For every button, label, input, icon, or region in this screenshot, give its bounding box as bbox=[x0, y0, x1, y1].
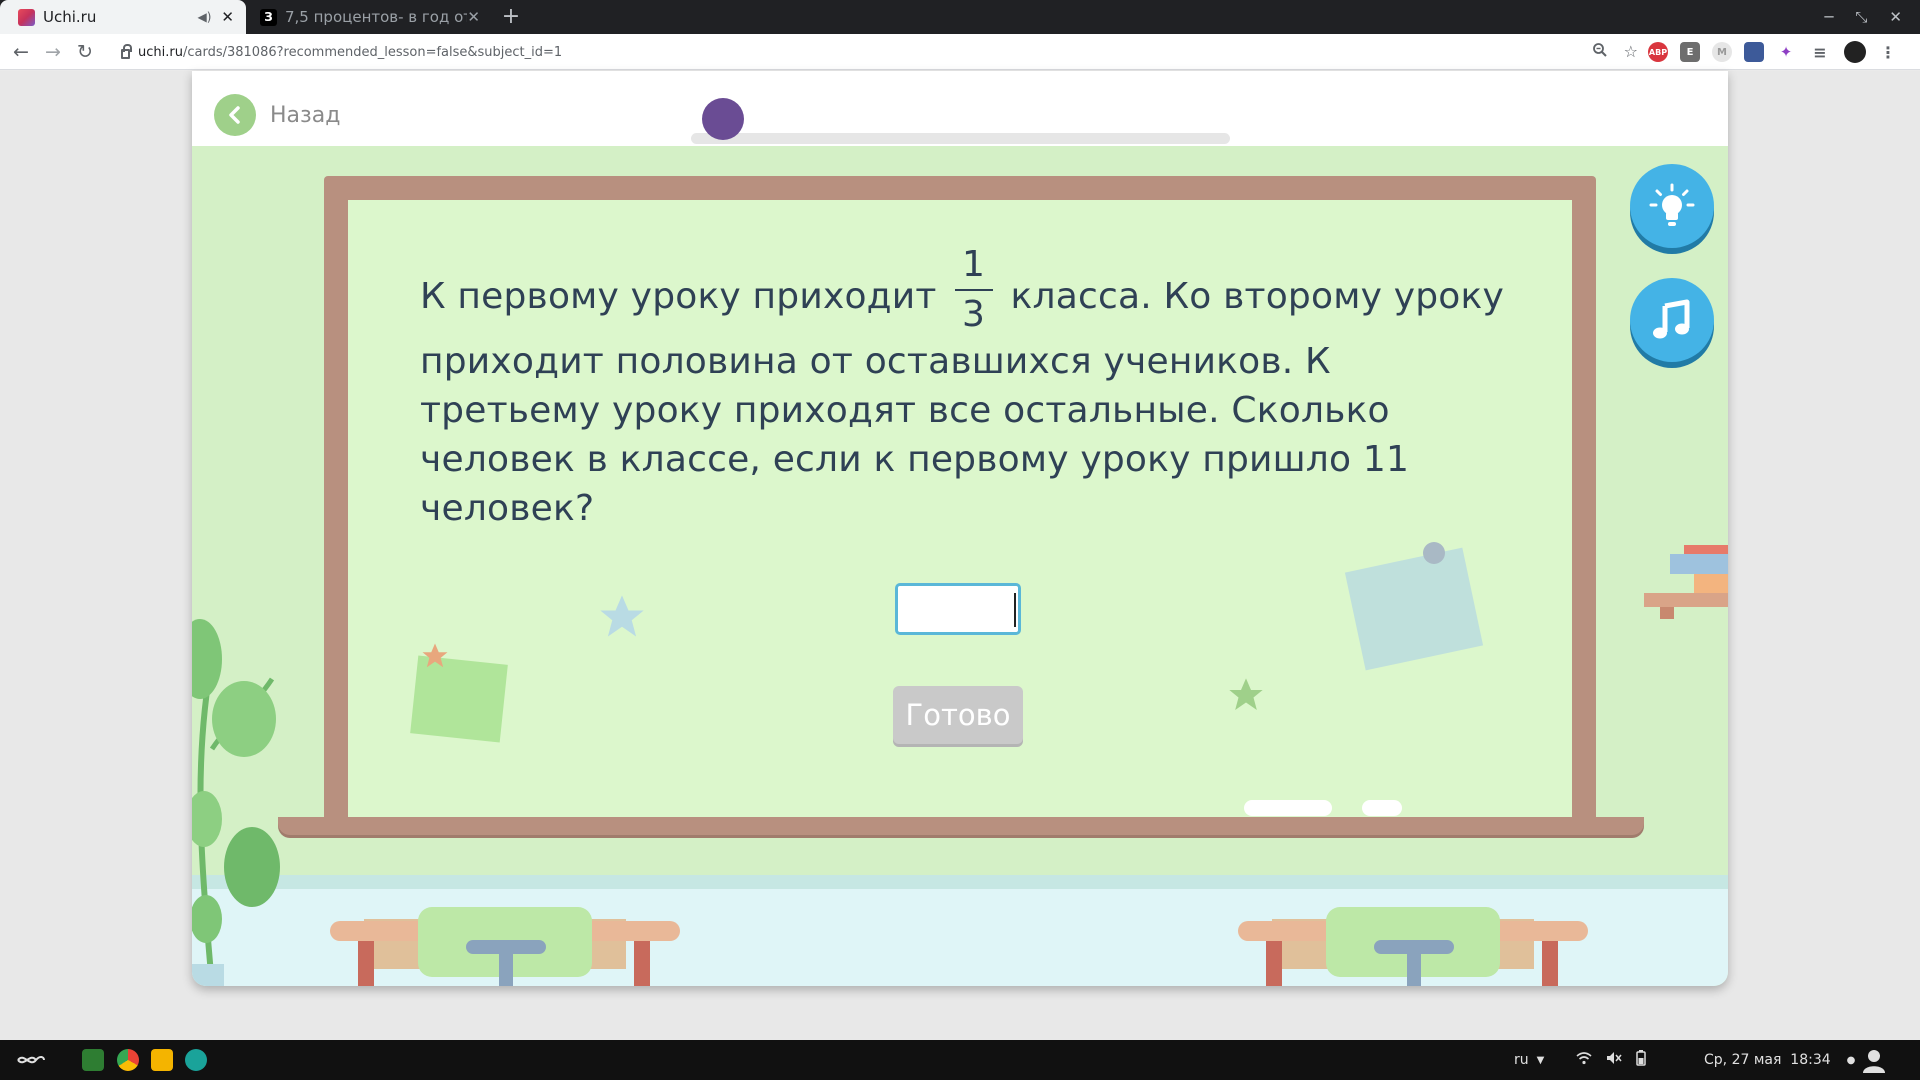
desk-leg bbox=[634, 941, 650, 986]
extension-e-icon[interactable]: E bbox=[1680, 42, 1700, 62]
text-caret bbox=[1014, 593, 1016, 627]
restore-button[interactable]: ⤡ bbox=[1855, 8, 1867, 26]
star-icon bbox=[600, 595, 644, 637]
extension-m-icon[interactable]: M bbox=[1712, 42, 1732, 62]
desk-leg bbox=[1266, 941, 1282, 986]
chrome-icon[interactable] bbox=[117, 1049, 139, 1071]
window-controls: ─ ⤡ ✕ bbox=[1824, 0, 1920, 34]
task-header: Назад bbox=[192, 71, 1728, 146]
zoom-icon[interactable] bbox=[1592, 42, 1608, 62]
pin-icon bbox=[1423, 542, 1445, 564]
hint-button[interactable] bbox=[1630, 164, 1714, 248]
lock-icon bbox=[121, 44, 132, 59]
close-icon[interactable]: ✕ bbox=[467, 8, 480, 26]
book bbox=[1670, 554, 1728, 574]
tab-second[interactable]: З 7,5 процентов- в год от ✕ bbox=[252, 0, 492, 34]
answer-input[interactable] bbox=[895, 583, 1021, 635]
progress-track bbox=[691, 133, 1230, 144]
page-viewport: Назад К первому уроку приходит 1 3 класс… bbox=[0, 71, 1920, 1040]
forward-arrow-icon[interactable]: → bbox=[41, 40, 65, 64]
back-button[interactable]: Назад bbox=[214, 94, 340, 136]
extension-image-icon[interactable] bbox=[1744, 42, 1764, 62]
question-rest: приходит половина от оставшихся учеников… bbox=[420, 341, 1410, 529]
reload-icon[interactable]: ↻ bbox=[73, 40, 97, 64]
files-icon[interactable] bbox=[151, 1049, 173, 1071]
url-host: uchi.ru bbox=[138, 44, 183, 60]
fraction-numerator: 1 bbox=[961, 244, 986, 285]
question-part1: К первому уроку приходит bbox=[420, 275, 937, 317]
bookmark-star-icon[interactable]: ☆ bbox=[1624, 42, 1638, 62]
chevron-down-icon: ▼ bbox=[1536, 1054, 1545, 1066]
star-icon bbox=[422, 643, 448, 668]
close-icon[interactable]: ✕ bbox=[221, 8, 234, 26]
address-bar[interactable]: uchi.ru/cards/381086?recommended_lesson=… bbox=[108, 38, 1638, 66]
app-icon[interactable] bbox=[185, 1049, 207, 1071]
question-part2: класса. Ко второму уроку bbox=[1010, 275, 1504, 317]
system-tray bbox=[1576, 1040, 1646, 1080]
done-button[interactable]: Готово bbox=[893, 686, 1023, 744]
menu-dots-icon[interactable]: ⋮ bbox=[1878, 42, 1898, 62]
extension-wave-icon[interactable]: ✦ bbox=[1776, 42, 1796, 62]
minimize-button[interactable]: ─ bbox=[1824, 8, 1833, 26]
media-control-icon[interactable]: ≡ bbox=[1808, 42, 1832, 62]
battery-icon[interactable] bbox=[1636, 1050, 1646, 1070]
language-indicator[interactable]: ru ▼ bbox=[1514, 1040, 1544, 1080]
star-icon bbox=[1229, 678, 1263, 710]
music-button[interactable] bbox=[1630, 278, 1714, 362]
chalk bbox=[1362, 800, 1402, 816]
shelf bbox=[1644, 593, 1728, 607]
profile-avatar[interactable] bbox=[1844, 41, 1866, 63]
volume-muted-icon[interactable] bbox=[1606, 1051, 1622, 1069]
tab-uchi[interactable]: Uchi.ru ◀︎) ✕ bbox=[0, 0, 246, 34]
browser-tabbar: Uchi.ru ◀︎) ✕ З 7,5 процентов- в год от … bbox=[0, 0, 1920, 34]
tab-title: 7,5 процентов- в год от bbox=[285, 8, 468, 26]
book bbox=[1694, 574, 1728, 593]
back-arrow-icon[interactable]: ← bbox=[9, 40, 33, 64]
lightbulb-icon bbox=[1649, 183, 1695, 226]
music-icon bbox=[1653, 299, 1690, 339]
close-window-button[interactable]: ✕ bbox=[1889, 8, 1902, 26]
speaker-icon[interactable]: ◀︎) bbox=[198, 10, 212, 24]
tab-title: Uchi.ru bbox=[43, 8, 97, 26]
back-label: Назад bbox=[270, 102, 341, 128]
extensions-area: ABP E M ✦ ≡ ⋮ bbox=[1648, 41, 1898, 63]
plant-decoration bbox=[192, 619, 280, 986]
desk-leg bbox=[1542, 941, 1558, 986]
book bbox=[1684, 545, 1728, 554]
chevron-left-icon bbox=[214, 94, 256, 136]
shelf-bracket bbox=[1660, 607, 1674, 619]
board-ledge bbox=[278, 817, 1644, 835]
fraction-denominator: 3 bbox=[961, 294, 986, 335]
browser-toolbar: ← → ↻ uchi.ru/cards/381086?recommended_l… bbox=[0, 34, 1920, 70]
uchi-task-card: Назад К первому уроку приходит 1 3 класс… bbox=[192, 71, 1728, 986]
znanija-favicon-icon: З bbox=[260, 8, 277, 26]
launcher-icon[interactable] bbox=[16, 1052, 46, 1068]
user-avatar-icon[interactable] bbox=[1860, 1046, 1888, 1074]
desk-leg bbox=[358, 941, 374, 986]
uchi-favicon-icon bbox=[18, 8, 35, 26]
language-label: ru bbox=[1514, 1052, 1529, 1068]
chalk bbox=[1244, 800, 1332, 816]
chair-post bbox=[499, 949, 513, 986]
new-tab-button[interactable]: + bbox=[498, 4, 524, 30]
fraction-bar bbox=[954, 289, 993, 291]
question-text: К первому уроку приходит 1 3 класса. Ко … bbox=[420, 245, 1504, 533]
fraction: 1 3 bbox=[954, 244, 993, 335]
url-path: /cards/381086?recommended_lesson=false&s… bbox=[182, 44, 563, 60]
chair-post bbox=[1407, 949, 1421, 986]
wifi-icon[interactable] bbox=[1576, 1051, 1592, 1069]
notification-dot-icon: ● bbox=[1846, 1054, 1856, 1066]
clock[interactable]: Ср, 27 мая 18:34 ● bbox=[1704, 1040, 1855, 1080]
app-icon[interactable] bbox=[82, 1049, 104, 1071]
datetime-label: Ср, 27 мая 18:34 bbox=[1704, 1052, 1831, 1068]
adblock-icon[interactable]: ABP bbox=[1648, 42, 1668, 62]
os-taskbar: ru ▼ Ср, 27 мая 18:34 ● bbox=[0, 1040, 1920, 1080]
